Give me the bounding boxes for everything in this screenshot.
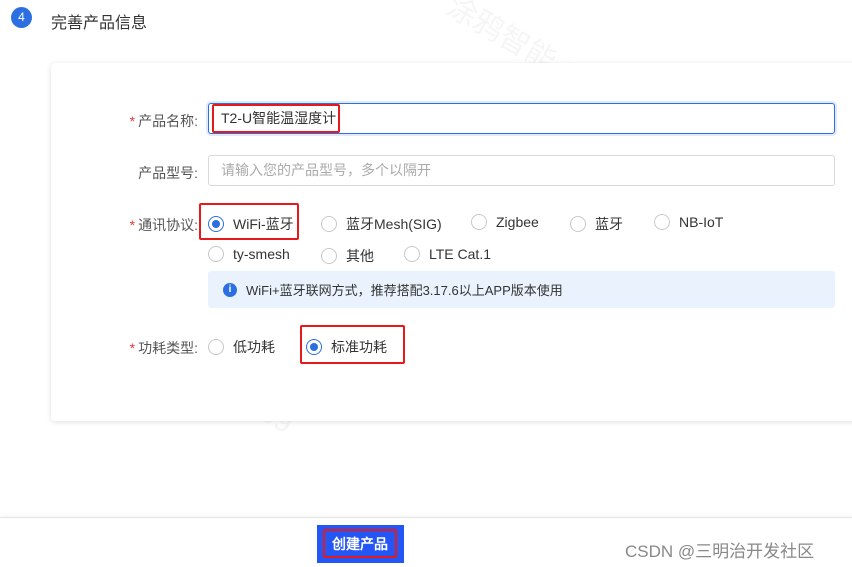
csdn-watermark: CSDN @三明治开发社区 [625,542,815,561]
protocol-label: * 通讯协议: [129,217,198,233]
product-model-label: 产品型号: [138,165,198,181]
step-title: 完善产品信息 [51,15,148,32]
radio-bluetooth[interactable]: 蓝牙 [570,214,623,234]
radio-low-power[interactable]: 低功耗 [208,337,275,357]
radio-ty-smesh[interactable]: ty-smesh [208,246,290,262]
protocol-info-alert: i WiFi+蓝牙联网方式，推荐搭配3.17.6以上APP版本使用 [208,271,835,308]
radio-lte-cat1[interactable]: LTE Cat.1 [404,246,491,262]
product-model-input[interactable]: 请输入您的产品型号，多个以隔开 [208,155,835,186]
radio-nb-iot[interactable]: NB-IoT [654,214,723,230]
info-icon: i [223,282,237,297]
radio-other[interactable]: 其他 [321,246,374,266]
radio-zigbee[interactable]: Zigbee [471,214,539,230]
product-name-label: * 产品名称: [129,113,198,129]
radio-checked-icon [306,339,322,355]
radio-checked-icon [208,216,224,232]
power-label: * 功耗类型: [129,340,198,356]
radio-wifi-bluetooth[interactable]: WiFi-蓝牙 [208,214,294,234]
step-number-badge: 4 [11,7,32,28]
radio-standard-power[interactable]: 标准功耗 [306,337,387,357]
product-name-input[interactable]: T2-U智能温湿度计 [208,103,835,134]
create-product-button[interactable]: 创建产品 [317,525,404,563]
radio-bluetooth-mesh[interactable]: 蓝牙Mesh(SIG) [321,214,442,234]
